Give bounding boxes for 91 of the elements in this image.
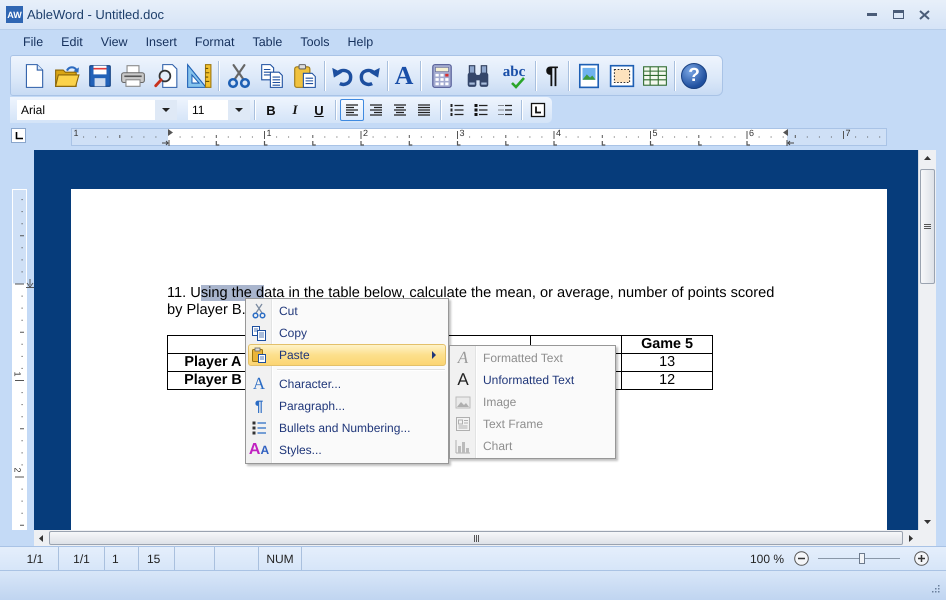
- context-menu-item[interactable]: ¶ Paragraph...: [248, 395, 446, 417]
- italic-button[interactable]: I: [283, 99, 307, 121]
- tab-stop-icon: [530, 102, 546, 118]
- column-header: Game 5: [622, 336, 712, 354]
- close-icon: [918, 10, 930, 20]
- bar-chart-icon: [455, 438, 471, 454]
- bold-button[interactable]: B: [259, 99, 283, 121]
- scroll-left-arrow-icon[interactable]: [39, 534, 43, 542]
- numbered-list-icon: [251, 420, 267, 436]
- ruler-number: 3: [460, 128, 465, 138]
- ruler-number: 2: [363, 128, 368, 138]
- ruler-number: 1: [266, 128, 272, 138]
- align-right-icon: [368, 102, 384, 118]
- clipboard-icon: [292, 62, 318, 88]
- menu-item[interactable]: Format: [186, 31, 244, 53]
- help-button[interactable]: ?: [681, 62, 707, 88]
- context-menu-item[interactable]: Bullets and Numbering...: [248, 417, 446, 439]
- text-frame-icon: [455, 416, 471, 432]
- align-left-icon: [344, 102, 360, 118]
- zoom-slider-thumb[interactable]: [859, 553, 866, 564]
- menu-item[interactable]: Table: [243, 31, 292, 53]
- zoom-out-icon: [794, 551, 809, 566]
- documents-icon: [251, 325, 267, 341]
- top-margin-marker-icon[interactable]: [26, 279, 34, 288]
- left-indent-marker-icon[interactable]: [162, 128, 174, 146]
- table-cell: 12: [622, 372, 712, 390]
- vertical-scrollbar[interactable]: [918, 150, 936, 530]
- submenu-item[interactable]: A Unformatted Text: [452, 369, 613, 391]
- clipboard-icon: [251, 347, 267, 363]
- menu-item[interactable]: File: [14, 31, 52, 53]
- scroll-down-arrow-icon[interactable]: [924, 520, 931, 524]
- scroll-thumb[interactable]: [49, 531, 903, 545]
- zoom-in-icon: [914, 551, 929, 566]
- app-logo: AW: [6, 6, 23, 23]
- documents-icon: [258, 62, 284, 88]
- scissors-icon: [251, 303, 267, 319]
- menu-item[interactable]: Insert: [136, 31, 186, 53]
- underline-button[interactable]: U: [307, 99, 331, 121]
- horizontal-ruler[interactable]: [71, 128, 887, 146]
- picture-icon: [455, 394, 471, 410]
- resize-grip-icon[interactable]: [930, 584, 940, 594]
- frame-icon: [608, 62, 634, 88]
- window-title: AbleWord - Untitled.doc: [27, 7, 164, 22]
- ruler-number: 7: [846, 128, 851, 138]
- italic-letter-icon: A: [458, 348, 468, 368]
- justify-icon: [416, 102, 432, 118]
- font-name-field[interactable]: Arial: [17, 100, 177, 120]
- check-icon: [511, 76, 525, 88]
- ruler-number: 2: [12, 468, 22, 472]
- ruler-number: 1: [74, 128, 79, 138]
- context-menu-item[interactable]: Copy: [248, 322, 446, 344]
- ruler-number: 4: [556, 128, 562, 138]
- letters-icon: AA: [248, 441, 270, 459]
- menu-item[interactable]: Help: [338, 31, 382, 53]
- menu-item[interactable]: Tools: [291, 31, 339, 53]
- minimize-icon: [867, 13, 877, 16]
- scroll-thumb[interactable]: [920, 169, 935, 284]
- right-indent-marker-icon[interactable]: [782, 128, 794, 146]
- submenu-arrow-icon: [432, 351, 436, 359]
- table-cell: 13: [622, 354, 712, 372]
- maximize-icon: [892, 10, 904, 19]
- context-menu-item[interactable]: AA Styles...: [248, 439, 446, 461]
- ruler-number: 1: [12, 371, 22, 376]
- formatting-marks-button[interactable]: ¶: [539, 58, 565, 92]
- binoculars-icon: [465, 62, 491, 88]
- tab-stop-icon: [14, 132, 22, 140]
- horizontal-scrollbar[interactable]: [34, 530, 918, 546]
- printer-icon: [120, 62, 146, 88]
- scroll-right-arrow-icon[interactable]: [909, 534, 913, 542]
- pilcrow-icon: ¶: [254, 398, 264, 414]
- zoom-level: 100 %: [750, 550, 784, 568]
- font-button[interactable]: A: [391, 58, 417, 92]
- numbered-list-icon: [449, 102, 465, 118]
- letter-a-icon: A: [457, 370, 469, 390]
- scissors-icon: [226, 62, 252, 88]
- menu-item[interactable]: Edit: [52, 31, 92, 53]
- bullet-list-icon: [473, 102, 489, 118]
- context-menu-item[interactable]: Paste: [248, 344, 446, 366]
- context-menu-item[interactable]: Cut: [248, 300, 446, 322]
- scroll-up-arrow-icon[interactable]: [924, 156, 931, 160]
- font-size-field[interactable]: 11: [188, 100, 250, 120]
- tab-type-button[interactable]: [11, 128, 26, 143]
- set-square-ruler-icon: [186, 62, 212, 88]
- align-center-icon: [392, 102, 408, 118]
- spelling-button[interactable]: abc: [496, 58, 532, 92]
- magnifier-document-icon: [152, 62, 178, 88]
- ruler-number: 6: [749, 128, 754, 138]
- ruler-number: 5: [652, 128, 658, 138]
- align-left-button[interactable]: [340, 99, 364, 121]
- menu-item[interactable]: View: [92, 31, 137, 53]
- outline-list-icon: [497, 102, 513, 118]
